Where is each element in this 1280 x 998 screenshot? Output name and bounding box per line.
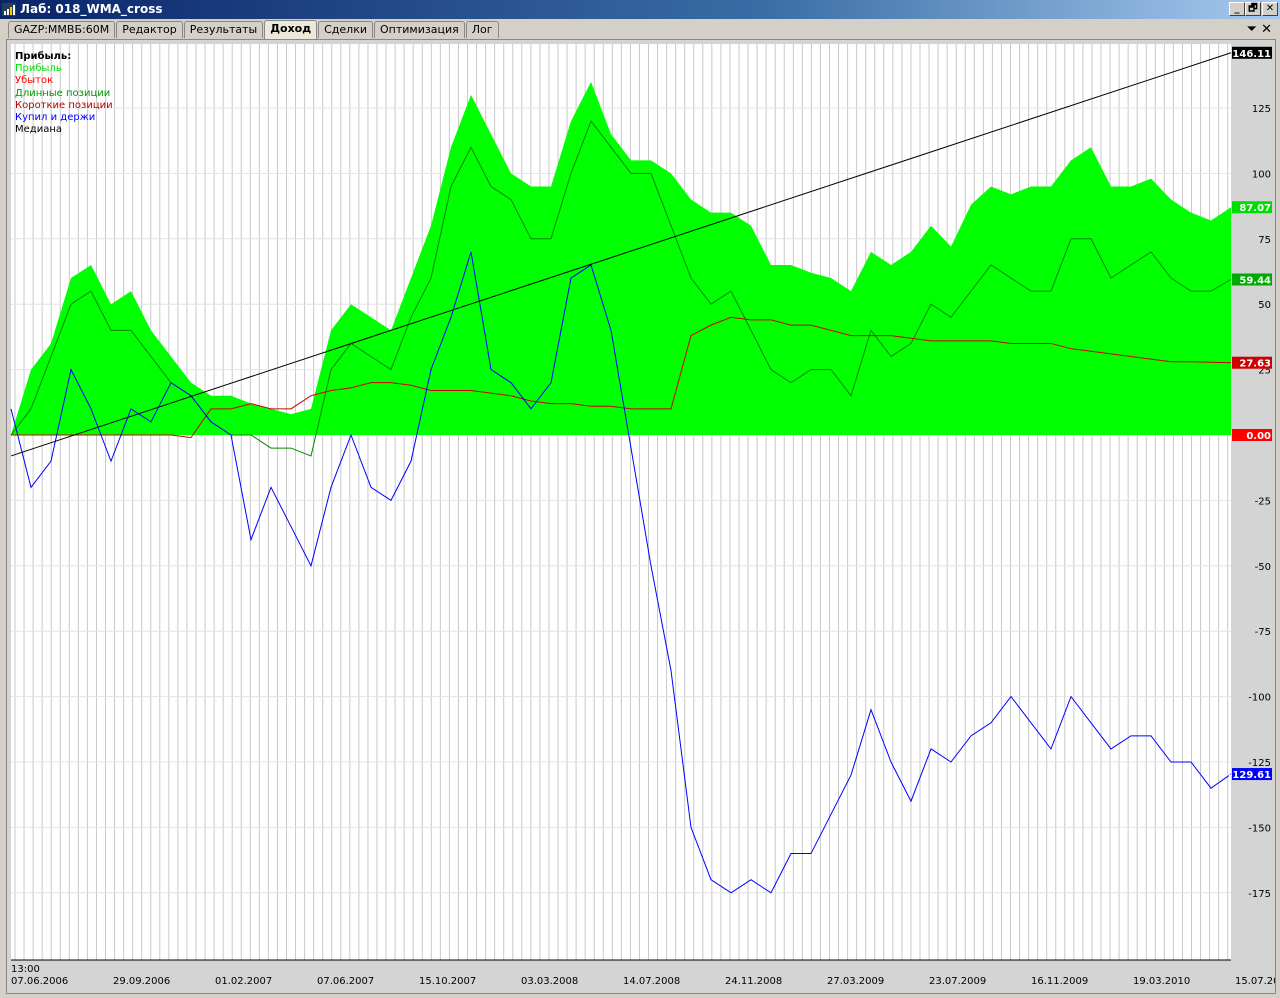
app-chart-icon [2,3,16,16]
last-value-label: 59.44 [1239,276,1271,287]
legend-item: Купил и держи [15,112,96,124]
tab-3[interactable]: Доход [264,20,318,39]
restore-button[interactable]: 🗗 [1245,2,1261,16]
legend-title: Прибыль: [15,51,72,62]
legend-item: Прибыль [15,63,62,75]
tab-5[interactable]: Оптимизация [374,21,465,38]
y-tick-label: -100 [1248,693,1271,704]
legend-item: Убыток [15,75,54,87]
legend-item: Медиана [15,124,62,136]
last-value-label: 27.63 [1239,359,1271,370]
close-button[interactable]: ✕ [1262,2,1278,16]
x-tick-label: 01.02.2007 [215,976,272,987]
y-tick-label: 50 [1258,300,1271,311]
last-value-tag: 27.63 [1232,356,1272,370]
equity-chart[interactable]: 1251007550250-25-50-75-100-125-150-17507… [7,40,1275,993]
tab-6[interactable]: Лог [465,21,499,38]
tab-1[interactable]: Редактор [116,21,183,38]
y-tick-label: 125 [1252,104,1271,115]
tab-0[interactable]: GAZP:MMBБ:60M [8,21,116,38]
x-tick-label: 07.06.2007 [317,976,374,987]
last-value-tag: 87.07 [1232,201,1272,214]
x-tick-label: 15.07.20 [1235,976,1275,987]
x-tick-label: 27.03.2009 [827,976,884,987]
x-tick-label: 16.11.2009 [1031,976,1088,987]
x-tick-label: 03.03.2008 [521,976,578,987]
minimize-button[interactable]: _ [1229,2,1245,16]
y-tick-label: -25 [1255,496,1271,507]
time-label: 13:00 [11,964,40,975]
tab-close-icon[interactable]: ✕ [1261,22,1272,37]
last-value-label: 146.11 [1232,49,1271,60]
last-value-tag: 59.44 [1232,273,1272,287]
y-tick-label: -75 [1255,627,1271,638]
last-value-label: 0.00 [1246,431,1271,442]
tab-4[interactable]: Сделки [318,21,374,38]
window-title: Лаб: 018_WMA_cross [20,2,163,16]
y-tick-label: 100 [1252,169,1271,180]
y-tick-label: -125 [1248,758,1271,769]
chart-legend: Прибыль: Прибыль Убыток Длинные позиции Кор… [15,51,113,136]
tab-bar: GAZP:MMBБ:60M Редактор Результаты Доход Сдел… [8,20,500,39]
x-tick-label: 15.10.2007 [419,976,476,987]
legend-item: Длинные позиции [15,87,111,99]
last-value-tag: 0.00 [1232,429,1272,442]
y-tick-label: 75 [1258,235,1271,246]
window-title-bar: Лаб: 018_WMA_cross _ 🗗 ✕ [0,0,1280,19]
legend-item: Короткие позиции [15,99,113,111]
x-tick-label: 19.03.2010 [1133,976,1190,987]
last-value-label: 87.07 [1239,203,1271,214]
y-tick-label: -150 [1248,823,1271,834]
chart-frame: 1251007550250-25-50-75-100-125-150-17507… [6,39,1276,994]
x-tick-label: 14.07.2008 [623,976,680,987]
last-value-tag: -129.61 [1228,768,1272,781]
last-value-tag: 146.11 [1232,46,1272,60]
tab-menu-icon[interactable]: ⏷ [1247,22,1257,37]
x-tick-label: 07.06.2006 [11,976,68,987]
x-tick-label: 23.07.2009 [929,976,986,987]
x-tick-label: 24.11.2008 [725,976,782,987]
tab-2[interactable]: Результаты [183,21,264,38]
y-tick-label: -50 [1255,562,1271,573]
x-tick-label: 29.09.2006 [113,976,170,987]
last-value-label: -129.61 [1228,770,1271,781]
tab-controls: ⏷ ✕ [1247,22,1272,37]
y-tick-label: -175 [1248,889,1271,900]
